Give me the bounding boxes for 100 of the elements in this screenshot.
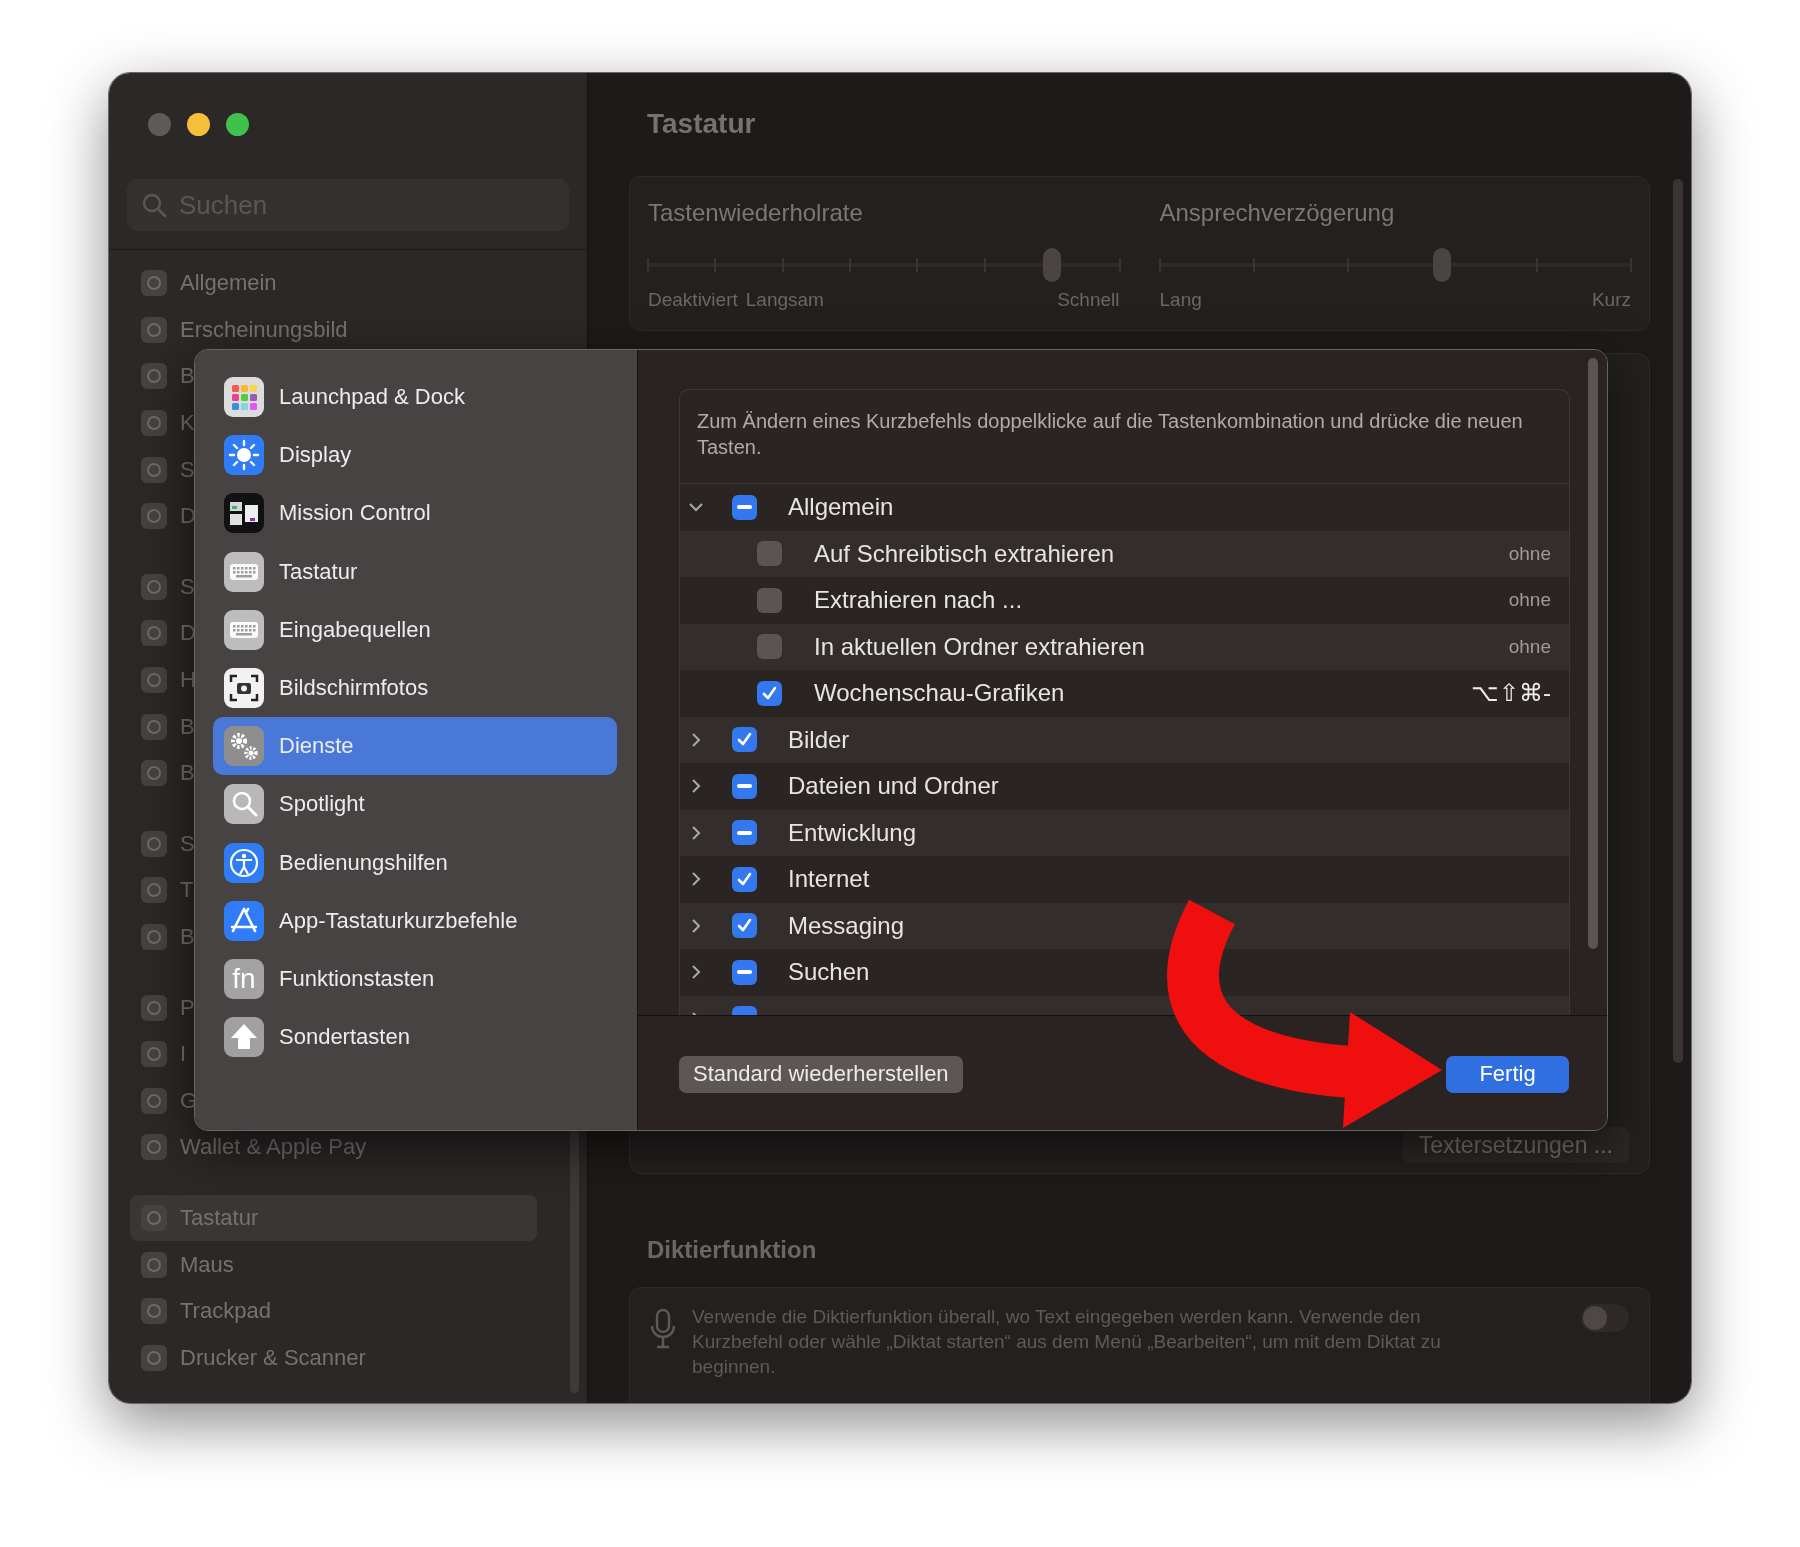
category-item[interactable]: Display	[213, 426, 617, 485]
sidebar-item[interactable]: Drucker & Scanner	[130, 1334, 374, 1382]
slider-label: Schnell	[1057, 289, 1120, 311]
service-label: Bilder	[788, 725, 850, 754]
slider-label: Kurz	[1591, 289, 1631, 311]
tile-icon	[141, 994, 167, 1021]
arrow-up-icon	[224, 1017, 264, 1058]
checkbox[interactable]	[757, 634, 782, 660]
checkbox[interactable]	[732, 913, 757, 939]
checkbox[interactable]	[732, 494, 757, 520]
service-label: In aktuellen Ordner extrahieren	[814, 632, 1145, 661]
grid-icon	[224, 377, 264, 418]
service-label: Auf Schreibtisch extrahieren	[814, 539, 1115, 568]
tile-icon	[141, 877, 167, 904]
checkbox[interactable]	[757, 680, 782, 706]
service-label: Allgemein	[788, 493, 894, 522]
tile-icon	[141, 1251, 167, 1278]
shortcut-text[interactable]: ohne	[1508, 542, 1551, 565]
checkbox[interactable]	[732, 727, 757, 753]
tile-icon	[141, 924, 167, 950]
category-item[interactable]: Tastatur	[213, 542, 617, 601]
zoom-button[interactable]	[226, 113, 249, 136]
category-item[interactable]: App-Tastaturkurzbefehle	[213, 891, 617, 950]
service-label: Messaging	[788, 911, 905, 940]
service-label: Extrahieren nach ...	[814, 586, 1023, 615]
checkbox[interactable]	[732, 959, 757, 985]
shortcut-text[interactable]: ⌥⇧⌘-	[1471, 679, 1551, 708]
page-title: Tastatur	[646, 107, 757, 141]
checkbox[interactable]	[757, 541, 782, 567]
done-button[interactable]: Fertig	[1446, 1055, 1569, 1093]
tile-icon	[141, 830, 167, 857]
text-replacements-button[interactable]: Textersetzungen ...	[1402, 1127, 1629, 1163]
category-item[interactable]: Eingabequellen	[213, 600, 617, 659]
category-item[interactable]: Bildschirmfotos	[213, 658, 617, 718]
slider-title: Ansprechverzögerung	[1159, 198, 1396, 227]
sidebar-item[interactable]: Allgemein	[130, 260, 285, 307]
checkbox[interactable]	[732, 773, 757, 799]
search-icon	[141, 192, 167, 218]
category-item[interactable]: Mission Control	[213, 484, 617, 543]
scrollbar[interactable]	[1588, 358, 1598, 949]
sidebar-item[interactable]: Maus	[130, 1241, 242, 1288]
tile-icon	[141, 456, 167, 483]
restore-defaults-button[interactable]: Standard wiederherstellen	[679, 1055, 963, 1093]
shortcut-text[interactable]: ohne	[1508, 635, 1551, 658]
search-icon	[224, 784, 264, 825]
tile-icon	[141, 620, 167, 647]
service-label: Wochenschau-Grafiken	[814, 679, 1065, 708]
category-item[interactable]: Sondertasten	[213, 1008, 617, 1067]
keyboard-icon	[224, 551, 264, 592]
dictation-description: Verwende die Diktierfunktion überall, wo Text eingegeben werden kann. Verwende den Kurzbefehl oder wähle „Diktat starten“ aus dem Menü „Bearbeiten“, um mit dem Diktat zu beginnen.	[692, 1305, 1442, 1379]
slider-label: Langsam	[745, 289, 824, 311]
service-label: Internet	[788, 865, 870, 894]
windows-icon	[224, 493, 264, 534]
sun-icon	[224, 435, 264, 476]
tile-icon	[141, 1298, 167, 1325]
shortcut-text[interactable]: ohne	[1508, 589, 1551, 612]
tile-icon	[141, 503, 167, 530]
tile-icon	[141, 363, 167, 390]
checkbox[interactable]	[732, 820, 757, 846]
category-item[interactable]: Launchpad & Dock	[213, 368, 617, 427]
tile-icon	[141, 270, 167, 297]
slider-thumb[interactable]	[1433, 248, 1452, 282]
category-item[interactable]: Dienste	[213, 717, 617, 776]
service-label: Entwicklung	[788, 818, 917, 847]
category-item[interactable]: Spotlight	[213, 775, 617, 834]
slider-label: Deaktiviert	[648, 289, 738, 311]
microphone-icon	[648, 1308, 678, 1350]
service-row[interactable]: In aktuellen Ordner extrahieren ohne	[680, 623, 1569, 670]
tile-icon	[141, 410, 167, 437]
slider[interactable]	[1159, 248, 1631, 282]
slider[interactable]	[648, 248, 1120, 282]
sidebar-item[interactable]: Erscheinungsbild	[130, 306, 356, 354]
tile-icon	[141, 1134, 167, 1161]
checkmark-icon	[736, 870, 753, 888]
keyboard-icon	[224, 609, 264, 650]
slider-label: Lang	[1159, 289, 1202, 311]
tile-icon	[141, 316, 167, 343]
person-icon	[224, 842, 264, 883]
minimize-button[interactable]	[187, 113, 210, 136]
tile-icon	[141, 760, 167, 787]
category-item[interactable]: fn Funktionstasten	[213, 949, 617, 1009]
service-row[interactable]: Auf Schreibtisch extrahieren ohne	[680, 530, 1569, 577]
sidebar-item[interactable]: Trackpad	[130, 1287, 279, 1335]
tile-icon	[141, 1344, 167, 1371]
slider-thumb[interactable]	[1043, 248, 1062, 282]
tile-icon	[141, 573, 167, 600]
scrollbar[interactable]	[1673, 179, 1683, 1063]
camera-icon	[224, 668, 264, 709]
fn-key-icon: fn	[224, 958, 264, 999]
service-row[interactable]: Bilder	[680, 716, 1569, 763]
tile-icon	[141, 1205, 167, 1231]
service-row[interactable]: Messaging	[680, 902, 1569, 949]
category-item[interactable]: Bedienungshilfen	[213, 833, 617, 892]
checkbox[interactable]	[732, 866, 757, 892]
tile-icon	[141, 667, 167, 694]
toggle-switch[interactable]	[1581, 1304, 1629, 1332]
checkbox[interactable]	[757, 587, 782, 613]
section-heading: Diktierfunktion	[646, 1235, 818, 1265]
service-row[interactable]: Entwicklung	[680, 809, 1569, 856]
sidebar-item[interactable]: Tastatur	[130, 1194, 537, 1242]
